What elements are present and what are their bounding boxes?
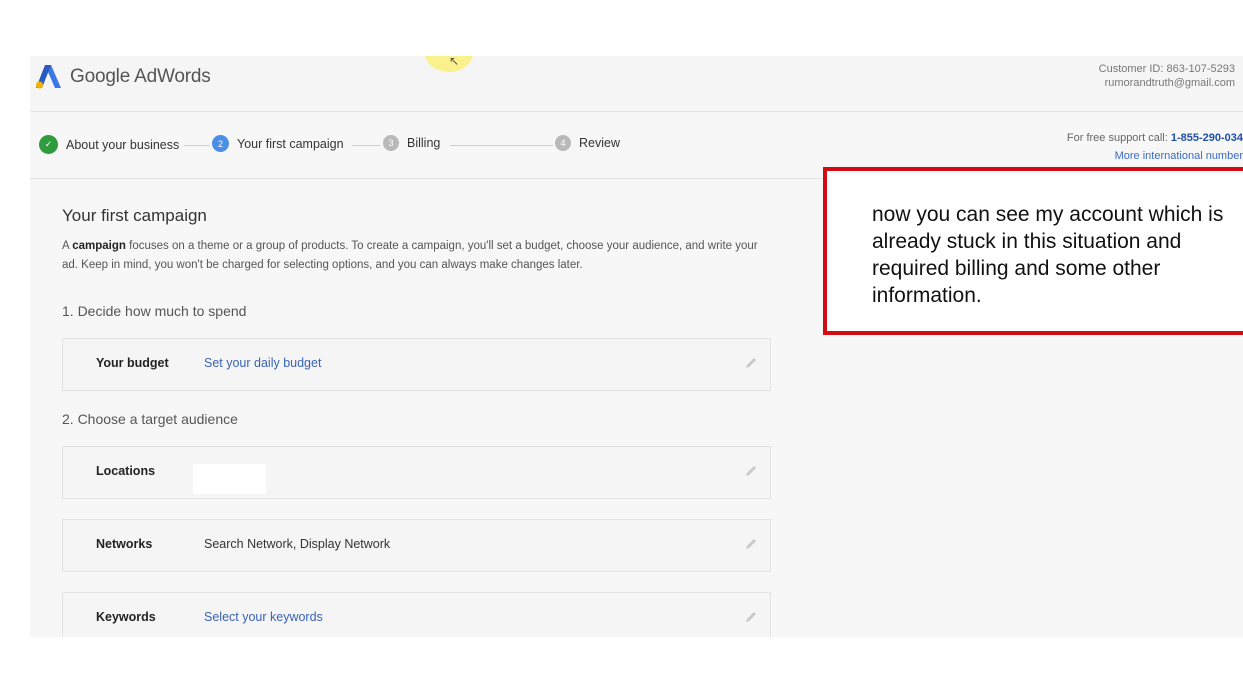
section-heading-audience: 2. Choose a target audience xyxy=(62,411,238,427)
step-label: About your business xyxy=(66,137,180,152)
annotation-callout: now you can see my account which is alre… xyxy=(823,167,1243,335)
step-label: Your first campaign xyxy=(237,136,344,151)
account-info[interactable]: Customer ID: 863-107-5293 rumorandtruth@… xyxy=(1099,62,1235,90)
budget-row[interactable]: Your budget Set your daily budget xyxy=(62,338,771,391)
networks-value: Search Network, Display Network xyxy=(204,537,391,551)
step-connector xyxy=(352,145,380,146)
adwords-app: Google AdWords ↖ Customer ID: 863-107-52… xyxy=(30,56,1243,637)
step-review[interactable]: 4 Review xyxy=(555,135,620,151)
mouse-cursor-icon: ↖ xyxy=(449,56,460,68)
international-numbers-link[interactable]: More international number xyxy=(1115,150,1243,162)
step-about-your-business[interactable]: ✓ About your business xyxy=(39,135,179,154)
networks-row[interactable]: Networks Search Network, Display Network xyxy=(62,519,771,572)
logo-text: Google AdWords xyxy=(70,66,211,87)
support-prefix: For free support call: xyxy=(1066,132,1168,144)
step-label: Review xyxy=(579,136,620,150)
support-info: For free support call: 1-855-290-034 Mor… xyxy=(1067,129,1243,165)
step-number-icon: 4 xyxy=(555,135,571,151)
step-connector xyxy=(450,145,553,146)
step-label: Billing xyxy=(407,136,441,150)
step-number-icon: 2 xyxy=(212,135,229,152)
adwords-logo-icon xyxy=(36,65,61,89)
support-phone[interactable]: 1-855-290-034 xyxy=(1171,132,1243,144)
set-daily-budget-link[interactable]: Set your daily budget xyxy=(204,356,321,370)
keywords-row[interactable]: Keywords Select your keywords xyxy=(62,592,771,637)
adwords-logo[interactable]: Google AdWords xyxy=(36,62,211,92)
locations-label: Locations xyxy=(96,464,156,478)
step-connector xyxy=(184,145,210,146)
keywords-label: Keywords xyxy=(96,610,156,624)
locations-value-placeholder xyxy=(193,464,266,494)
networks-label: Networks xyxy=(96,537,153,551)
select-keywords-link[interactable]: Select your keywords xyxy=(204,610,323,624)
section-heading-spend: 1. Decide how much to spend xyxy=(62,303,247,319)
intro-text: A campaign focuses on a theme or a group… xyxy=(62,240,758,271)
intro-bold-term: campaign xyxy=(72,240,126,252)
edit-pencil-icon[interactable] xyxy=(744,464,758,478)
cursor-highlight: ↖ xyxy=(425,56,473,72)
budget-label: Your budget xyxy=(96,356,169,370)
locations-row[interactable]: Locations xyxy=(62,446,771,499)
page-title: Your first campaign xyxy=(62,206,207,225)
edit-pencil-icon[interactable] xyxy=(744,356,758,370)
step-number-icon: 3 xyxy=(383,135,399,151)
checkmark-icon: ✓ xyxy=(39,135,58,154)
customer-id: Customer ID: 863-107-5293 xyxy=(1098,63,1235,75)
step-your-first-campaign[interactable]: 2 Your first campaign xyxy=(212,135,344,152)
annotation-text: now you can see my account which is alre… xyxy=(872,203,1224,307)
edit-pencil-icon[interactable] xyxy=(744,610,758,624)
top-bar: Google AdWords ↖ Customer ID: 863-107-52… xyxy=(30,56,1243,112)
edit-pencil-icon[interactable] xyxy=(744,537,758,551)
account-email: rumorandtruth@gmail.com xyxy=(1104,77,1235,89)
step-billing[interactable]: 3 Billing xyxy=(383,135,440,151)
